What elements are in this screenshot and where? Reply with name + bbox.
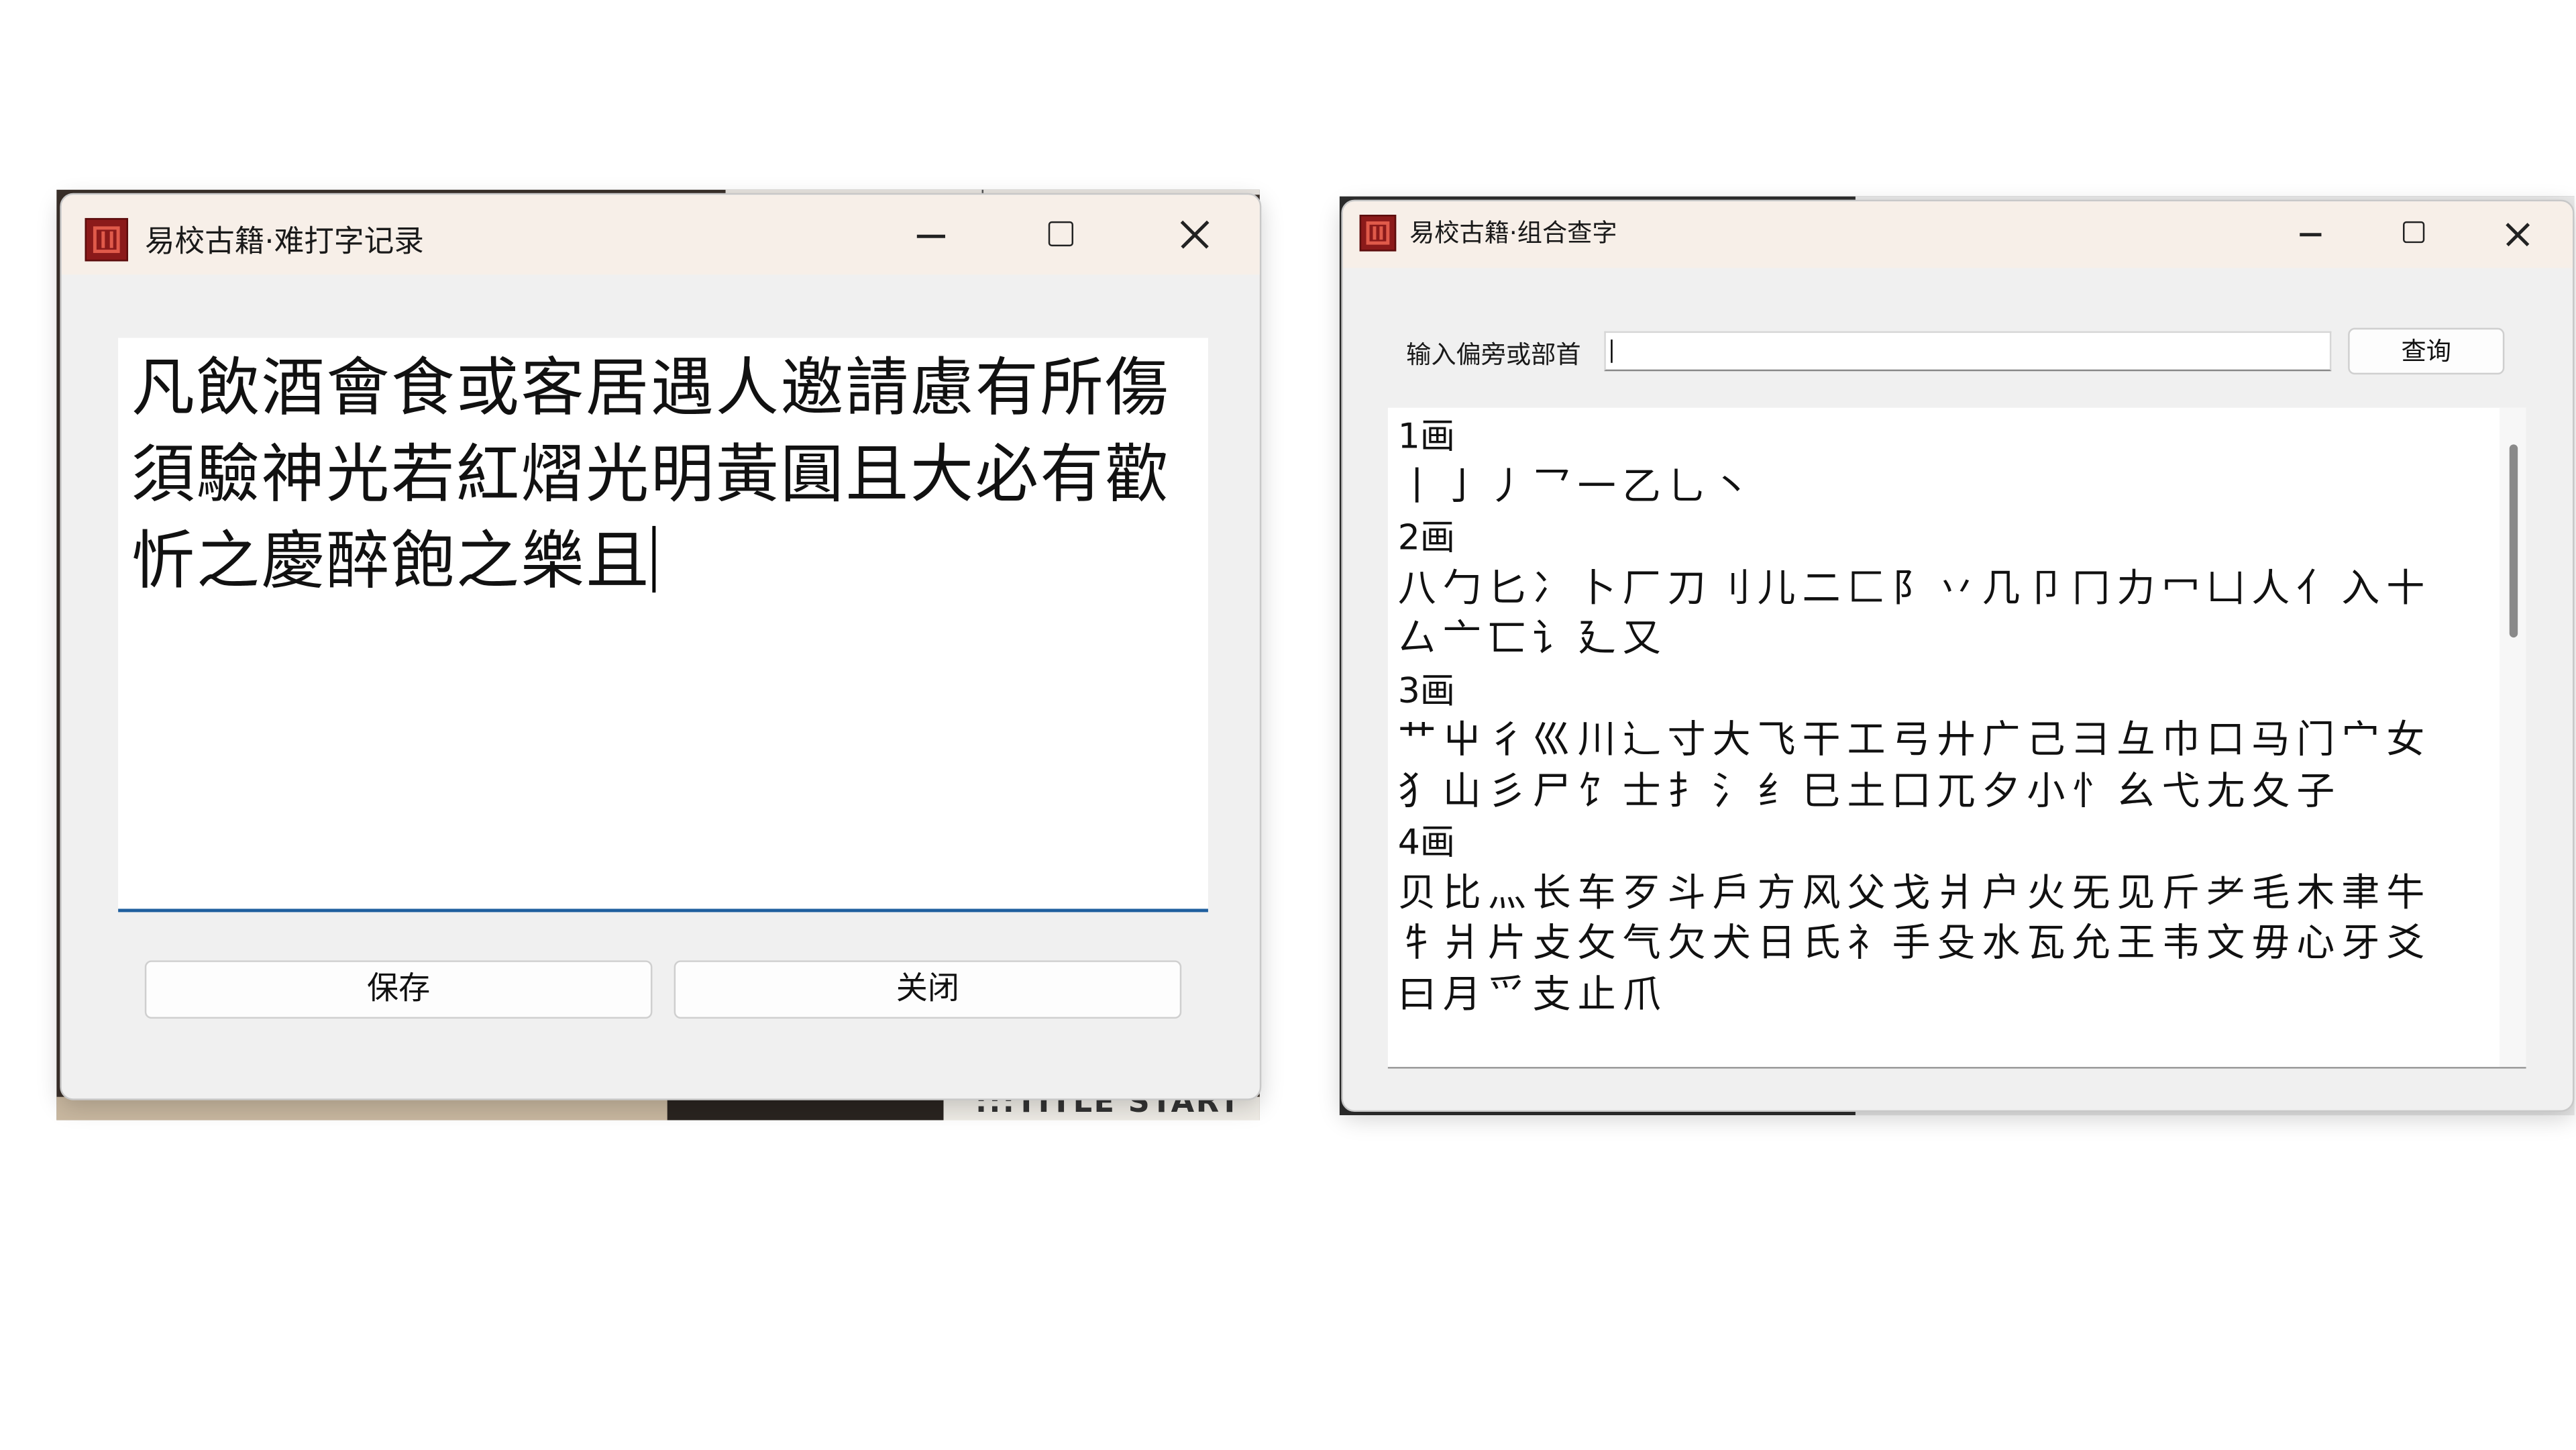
search-label: 输入偏旁或部首: [1406, 340, 1581, 370]
radical-groups: 1画 丨亅丿乛一乙乚丶 2画 八勹匕冫卜厂刀刂儿二匚阝丷几卩冂力冖凵人亻入十厶亠…: [1398, 411, 2463, 1021]
app-seal-icon: [85, 217, 129, 262]
record-window: 易校古籍·难打字记录 凡飲酒會食或客居遇人邀請慮有所傷須驗神光若紅熠光明黃圓且大…: [60, 193, 1262, 1100]
stroke-group-heading: 3画: [1397, 670, 1455, 710]
radical-list[interactable]: 贝比灬长车歹斗戶方风父戈爿户火旡见斤耂毛木聿牛牜爿片攴攵气欠犬日氏礻手殳水瓦允王…: [1398, 868, 2463, 1021]
lookup-window: 易校古籍·组合查字 输入偏旁或部首 查询 1画 丨亅丿乛一乙乚丶 2画 八勹匕冫…: [1341, 199, 2575, 1112]
radical-search-input[interactable]: [1604, 331, 2332, 372]
close-icon[interactable]: [1157, 205, 1233, 264]
stroke-group-heading: 1画: [1397, 416, 1455, 456]
close-button[interactable]: 关闭: [674, 960, 1182, 1019]
stroke-group-heading: 4画: [1397, 822, 1455, 862]
background-strip-dark: [667, 1096, 944, 1121]
record-window-title: 易校古籍·难打字记录: [144, 224, 424, 260]
minimize-icon[interactable]: [2279, 207, 2346, 260]
save-button[interactable]: 保存: [144, 960, 653, 1019]
record-titlebar[interactable]: 易校古籍·难打字记录: [61, 195, 1260, 275]
radical-list[interactable]: 八勹匕冫卜厂刀刂儿二匚阝丷几卩冂力冖凵人亻入十厶亠匸讠廴又: [1398, 564, 2463, 665]
query-button[interactable]: 查询: [2348, 327, 2505, 375]
stroke-group-heading: 2画: [1397, 517, 1455, 558]
minimize-icon[interactable]: [894, 205, 970, 264]
vertical-scrollbar[interactable]: [2499, 407, 2526, 1068]
record-text-editor[interactable]: 凡飲酒會食或客居遇人邀請慮有所傷須驗神光若紅熠光明黃圓且大必有歡忻之慶醉飽之樂且: [118, 338, 1208, 913]
lookup-titlebar[interactable]: 易校古籍·组合查字: [1342, 201, 2573, 268]
maximize-icon[interactable]: [2381, 207, 2448, 260]
app-seal-icon: [1359, 214, 1397, 252]
close-icon[interactable]: [2485, 207, 2551, 260]
editor-text: 凡飲酒會食或客居遇人邀請慮有所傷須驗神光若紅熠光明黃圓且大必有歡忻之慶醉飽之樂且: [131, 351, 1170, 598]
radical-list[interactable]: 丨亅丿乛一乙乚丶: [1398, 462, 2463, 513]
scroll-thumb[interactable]: [2509, 444, 2518, 638]
radical-list[interactable]: 艹屮彳巛川辶寸大飞干工弓廾广己彐彑巾口马门宀女犭山彡尸饣士扌氵纟巳土囗兀夕小忄幺…: [1398, 716, 2463, 817]
maximize-icon[interactable]: [1024, 205, 1100, 264]
text-caret: [652, 525, 656, 593]
lookup-window-title: 易校古籍·组合查字: [1409, 217, 1617, 248]
radical-result-list[interactable]: 1画 丨亅丿乛一乙乚丶 2画 八勹匕冫卜厂刀刂儿二匚阝丷几卩冂力冖凵人亻入十厶亠…: [1387, 407, 2526, 1069]
